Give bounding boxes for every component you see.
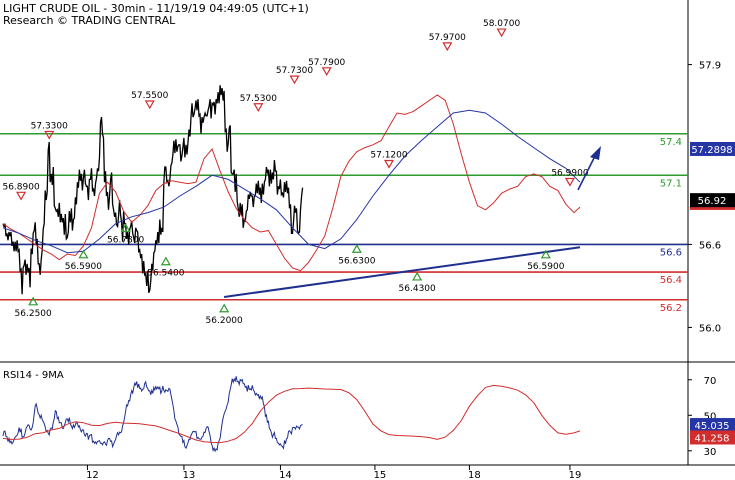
level-label-4: 56.2: [660, 303, 682, 314]
x-axis-label-2: 14: [279, 470, 292, 480]
rsi-series: [2, 376, 581, 453]
high-marker-6: [383, 159, 395, 169]
low-label-16: 56.4300: [399, 284, 436, 294]
rsi-title: RSI14 - 9MA: [3, 370, 64, 381]
low-marker-13: [160, 256, 171, 266]
projection-arrow-head: [590, 146, 601, 160]
rsi-axis-label-2: 30: [704, 447, 717, 458]
rsi-tag-1-text: 41.258: [695, 433, 730, 444]
rsi-series-line-0: [2, 376, 303, 453]
rsi-axis: 705030: [688, 376, 716, 458]
high-label-2: 57.5500: [131, 91, 168, 101]
high-marker-9: [564, 177, 575, 187]
high-marker-5: [321, 67, 332, 77]
low-marker-14: [219, 303, 230, 313]
price-tag-0-text: 57.2898: [691, 145, 732, 156]
high-marker-0: [44, 130, 55, 140]
level-lines: 57.4 57.1 56.6 56.4 56.2: [0, 132, 688, 314]
rsi-axis-label-0: 70: [704, 376, 717, 387]
low-marker-15: [351, 244, 362, 253]
low-label-12: 56.7800: [107, 236, 144, 246]
x-axis: 12 13 14 15 18 19: [86, 465, 581, 480]
high-marker-8: [496, 28, 507, 38]
x-axis-label-0: 12: [86, 470, 99, 480]
price-panel: 57.4 57.1 56.6 56.4 56.2 57.3300 56.8900 57.55…: [0, 0, 735, 363]
level-label-1: 57.1: [660, 178, 682, 189]
research-credit: Research © TRADING CENTRAL: [3, 14, 176, 27]
high-marker-2: [144, 100, 155, 110]
level-label-2: 56.6: [660, 247, 682, 258]
low-label-17: 56.5900: [527, 262, 564, 272]
x-axis-label-1: 13: [183, 470, 196, 480]
rsi-tags: 45.03541.258: [690, 418, 735, 445]
high-label-8: 58.0700: [483, 19, 520, 29]
x-axis-label-4: 18: [468, 470, 481, 480]
low-label-10: 56.2500: [15, 309, 52, 319]
high-label-7: 57.9700: [429, 33, 466, 43]
level-label-3: 56.4: [660, 275, 682, 286]
high-label-0: 57.3300: [31, 121, 68, 131]
high-marker-7: [442, 42, 453, 52]
price-axis-label-0: 57.9: [699, 61, 721, 72]
high-marker-3: [253, 103, 264, 112]
x-axis-label-5: 19: [569, 470, 582, 480]
low-marker-16: [412, 271, 423, 281]
current-price-tag-text: 56.92: [698, 196, 727, 207]
high-label-5: 57.7900: [308, 58, 345, 68]
high-label-9: 56.9900: [551, 168, 588, 178]
chart-root: LIGHT CRUDE OIL - 30min - 11/19/19 04:49…: [0, 0, 735, 480]
high-label-6: 57.1200: [370, 150, 407, 160]
price-series-line-0: [2, 85, 304, 295]
low-label-13: 56.5400: [147, 269, 184, 279]
low-label-14: 56.2000: [206, 316, 243, 326]
price-axis-label-1: 56.6: [699, 240, 721, 251]
price-axis-label-2: 56.0: [699, 323, 721, 334]
price-tags: 57.289856.962256.92: [690, 141, 735, 210]
high-label-1: 56.8900: [2, 182, 39, 192]
level-label-0: 57.4: [660, 137, 682, 148]
rsi-tag-0-text: 45.035: [695, 421, 730, 432]
high-label-3: 57.5300: [240, 94, 277, 104]
low-label-15: 56.6300: [338, 256, 375, 266]
x-axis-label-3: 15: [374, 470, 387, 480]
high-marker-4: [289, 75, 300, 85]
price-annotations: 57.330056.890057.5500 57.530057.730057.79…: [2, 19, 588, 326]
low-marker-10: [28, 296, 39, 306]
rsi-panel: RSI14 - 9MA 705030 45.03541.258: [0, 362, 735, 466]
low-label-11: 56.5900: [65, 262, 102, 272]
high-marker-1: [16, 191, 27, 201]
